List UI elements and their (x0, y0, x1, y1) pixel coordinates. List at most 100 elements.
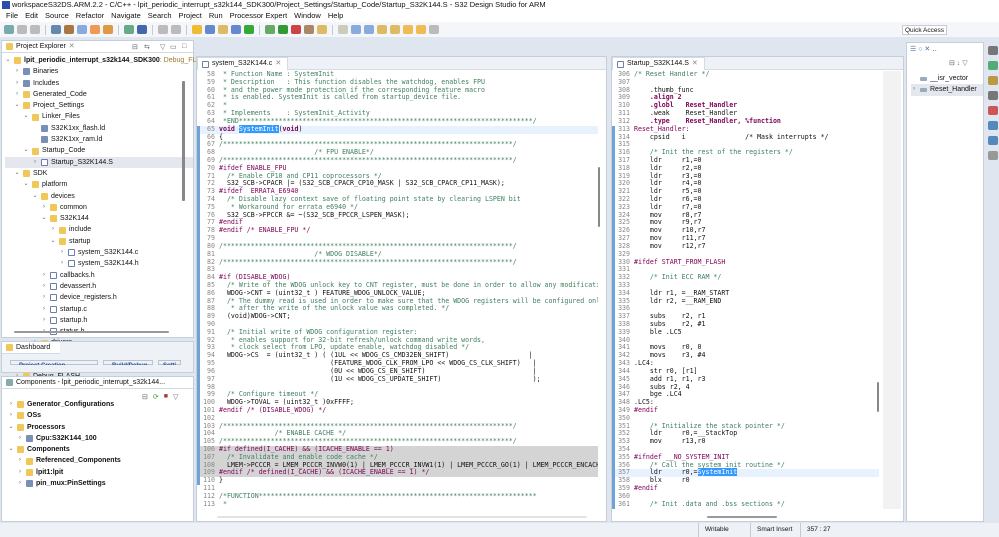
chevron-down-icon[interactable]: ⌄ (5, 55, 11, 66)
tree-item-processors[interactable]: ⌄ Processors (8, 422, 193, 433)
chevron-right-icon[interactable]: › (8, 410, 14, 421)
memory-icon[interactable] (987, 136, 998, 145)
tab-startup-s32k144-s[interactable]: Startup_S32K144.S ✕ (612, 57, 705, 70)
breakpoints-icon[interactable] (987, 106, 998, 115)
tree-item-system-s32k144-c[interactable]: › system_S32K144.c (5, 247, 193, 258)
toolbar-button-icon[interactable] (265, 25, 275, 34)
chevron-right-icon[interactable]: › (50, 224, 56, 235)
quick-access-input[interactable]: Quick Access (901, 25, 947, 35)
tab-dashboard[interactable]: Dashboard (2, 342, 60, 354)
chevron-down-icon[interactable]: ⌄ (23, 145, 29, 156)
chevron-right-icon[interactable]: › (59, 247, 65, 258)
tree-item-oss[interactable]: › OSs (8, 410, 193, 421)
close-icon[interactable]: ✕ (69, 41, 75, 53)
toolbar-button-icon[interactable] (30, 25, 40, 34)
chevron-down-icon[interactable]: ⌄ (23, 111, 29, 122)
properties-icon[interactable] (987, 91, 998, 100)
tree-item-startup-c[interactable]: › startup.c (5, 304, 193, 315)
toolbar-button-icon[interactable] (390, 25, 400, 34)
menu-edit[interactable]: Edit (25, 10, 38, 22)
tree-item-referenced-components[interactable]: › Referenced_Components (8, 455, 193, 466)
code-area[interactable]: 58 * Function Name : SystemInit 59 * Desc… (197, 71, 598, 509)
chevron-right-icon[interactable]: › (41, 202, 47, 213)
menu-file[interactable]: File (6, 10, 18, 22)
tree-item-pin-mux-pinsettings[interactable]: › pin_mux:PinSettings (8, 478, 193, 489)
outline-item--isr-vector[interactable]: __isr_vector (911, 73, 983, 84)
collapse-all-icon[interactable]: ⊟ (132, 43, 138, 51)
tab-system-s32k144-c[interactable]: system_S32K144.c ✕ (197, 57, 289, 70)
toolbar-button-icon[interactable] (429, 25, 439, 34)
tree-item-startup-code[interactable]: ⌄ Startup_Code (5, 145, 193, 156)
component-library-icon[interactable]: ■ (164, 393, 168, 401)
generate-code-icon[interactable]: ⟳ (153, 393, 159, 401)
menu-run[interactable]: Run (209, 10, 223, 22)
tree-item-lpit-periodic-interrupt-s32k144-sdk300[interactable]: ⌄ lpit_periodic_interrupt_s32k144_SDK300:… (5, 55, 211, 66)
view-menu-icon[interactable]: ▽ (173, 393, 178, 401)
menu-window[interactable]: Window (294, 10, 321, 22)
project-creation-button[interactable]: Project Creation (10, 360, 98, 365)
tree-item-includes[interactable]: › Includes (5, 78, 193, 89)
chevron-right-icon[interactable]: › (59, 258, 65, 269)
tree-item-generated-code[interactable]: › Generated_Code (5, 89, 193, 100)
chevron-right-icon[interactable]: › (41, 304, 47, 315)
chevron-right-icon[interactable]: › (32, 157, 38, 168)
settings-button[interactable]: Setti (158, 360, 182, 365)
tree-item-system-s32k144-h[interactable]: › system_S32K144.h (5, 258, 193, 269)
horizontal-scrollbar[interactable] (707, 516, 777, 518)
toolbar-button-icon[interactable] (205, 25, 215, 34)
horizontal-scrollbar[interactable] (14, 331, 169, 333)
problems-icon[interactable] (987, 76, 998, 85)
maximize-icon[interactable]: □ (182, 43, 186, 50)
tree-item-include[interactable]: › include (5, 224, 193, 235)
toolbar-button-icon[interactable] (291, 25, 301, 34)
toolbar-button-icon[interactable] (90, 25, 100, 34)
code-area[interactable]: 306/* Reset Handler */307 308 .thumb_func… (612, 71, 879, 509)
tree-item-callbacks-h[interactable]: › callbacks.h (5, 270, 193, 281)
toolbar-button-icon[interactable] (278, 25, 288, 34)
tree-item-sdk[interactable]: ⌄ SDK (5, 168, 193, 179)
toolbar-button-icon[interactable] (4, 25, 14, 34)
menu-navigate[interactable]: Navigate (111, 10, 141, 22)
toolbar-button-icon[interactable] (244, 25, 254, 34)
toolbar-button-icon[interactable] (304, 25, 314, 34)
menu-source[interactable]: Source (45, 10, 69, 22)
toolbar-button-icon[interactable] (416, 25, 426, 34)
toolbar-button-icon[interactable] (171, 25, 181, 34)
tree-item-cpu-s32k144-100[interactable]: › Cpu:S32K144_100 (8, 433, 193, 444)
chevron-right-icon[interactable]: › (17, 455, 23, 466)
menu-search[interactable]: Search (148, 10, 172, 22)
tree-item-project-settings[interactable]: ⌄ Project_Settings (5, 100, 193, 111)
toolbar-button-icon[interactable] (403, 25, 413, 34)
outline-item-reset-handler[interactable]: › Reset_Handler (911, 84, 983, 96)
chevron-right-icon[interactable]: › (17, 478, 23, 489)
tree-item-s32k144[interactable]: ⌄ S32K144 (5, 213, 193, 224)
toolbar-button-icon[interactable] (51, 25, 61, 34)
outline-tab-icons[interactable]: ☰ ○ ✕ ‥ (907, 43, 983, 55)
toolbar-button-icon[interactable] (77, 25, 87, 34)
chevron-right-icon[interactable]: › (17, 467, 23, 478)
chevron-right-icon[interactable]: › (911, 84, 917, 95)
tree-item-devassert-h[interactable]: › devassert.h (5, 281, 193, 292)
chevron-down-icon[interactable]: ⌄ (32, 191, 38, 202)
menu-processor-expert[interactable]: Processor Expert (230, 10, 288, 22)
chevron-down-icon[interactable]: ⌄ (50, 236, 56, 247)
chevron-right-icon[interactable]: › (41, 281, 47, 292)
chevron-down-icon[interactable]: ⌄ (8, 444, 14, 455)
toolbar-button-icon[interactable] (351, 25, 361, 34)
toolbar-button-icon[interactable] (137, 25, 147, 34)
sort-icon[interactable]: ⊟ ↓ ▽ (949, 59, 968, 67)
toolbar-button-icon[interactable] (338, 25, 348, 34)
chevron-right-icon[interactable]: › (14, 78, 20, 89)
close-icon[interactable]: ✕ (692, 58, 698, 70)
tree-item-devices[interactable]: ⌄ devices (5, 191, 193, 202)
chevron-down-icon[interactable]: ⌄ (14, 168, 20, 179)
toolbar-button-icon[interactable] (64, 25, 74, 34)
tree-item-s32k1xx-flash-ld[interactable]: S32K1xx_flash.ld (5, 123, 193, 134)
menu-project[interactable]: Project (179, 10, 202, 22)
chevron-down-icon[interactable]: ⌄ (14, 100, 20, 111)
chevron-down-icon[interactable]: ⌄ (41, 213, 47, 224)
tree-item-linker-files[interactable]: ⌄ Linker_Files (5, 111, 193, 122)
toolbar-button-icon[interactable] (317, 25, 327, 34)
chevron-right-icon[interactable]: › (17, 433, 23, 444)
chevron-down-icon[interactable]: ⌄ (8, 422, 14, 433)
